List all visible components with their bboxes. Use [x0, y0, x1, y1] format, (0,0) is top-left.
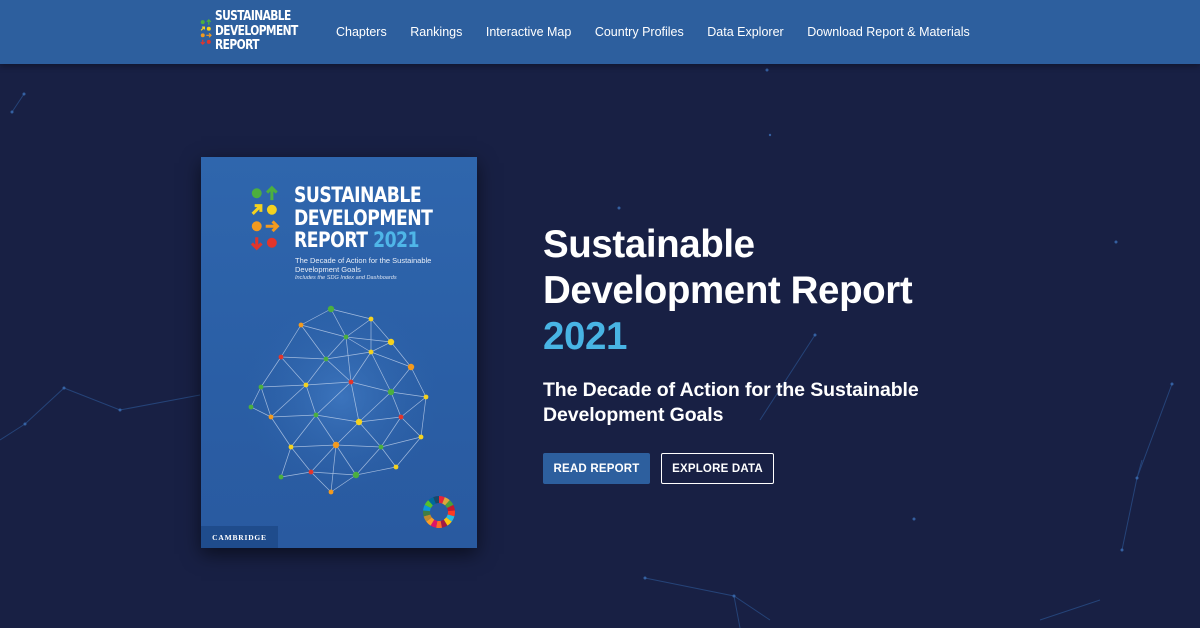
nav-interactive-map[interactable]: Interactive Map	[486, 25, 571, 39]
globe-node	[278, 474, 284, 480]
hero-title-year: 2021	[543, 315, 628, 358]
globe-node	[258, 384, 264, 390]
logo-line: SUSTAINABLE	[215, 9, 291, 25]
hero-section: Sustainable Development Report 2021 The …	[543, 222, 1163, 484]
globe-node	[368, 349, 374, 355]
nav-data-explorer[interactable]: Data Explorer	[707, 25, 783, 39]
read-report-button[interactable]: READ REPORT	[543, 453, 650, 484]
globe-node	[387, 338, 395, 346]
sdg-wheel-icon	[423, 496, 455, 528]
cover-title-line: SUSTAINABLE	[294, 183, 422, 207]
logo-wordmark: SUSTAINABLE DEVELOPMENT REPORT	[215, 10, 298, 54]
cover-note: Includes the SDG Index and Dashboards	[295, 275, 397, 281]
logo-line: DEVELOPMENT	[215, 23, 298, 39]
hero-title-line: Development Report	[543, 269, 913, 312]
report-cover-image[interactable]: SUSTAINABLE DEVELOPMENT REPORT 2021 The …	[201, 157, 477, 548]
globe-node	[343, 334, 349, 340]
globe-node	[313, 412, 319, 418]
hero-subtitle: The Decade of Action for the Sustainable…	[543, 379, 919, 426]
globe-node	[368, 316, 374, 322]
globe-node	[323, 356, 329, 362]
sdg-arrows-icon	[250, 185, 280, 251]
globe-node	[398, 414, 404, 420]
sdg-arrows-icon	[200, 19, 212, 45]
globe-node	[407, 363, 415, 371]
logo-line: REPORT	[215, 38, 260, 54]
hero-title: Sustainable Development Report 2021	[543, 222, 1163, 360]
hero-actions: READ REPORT EXPLORE DATA	[543, 453, 1163, 484]
globe-node	[303, 382, 309, 388]
globe-node	[248, 404, 254, 410]
top-navigation-bar: SUSTAINABLE DEVELOPMENT REPORT Chapters …	[0, 0, 1200, 64]
nav-rankings[interactable]: Rankings	[410, 25, 462, 39]
network-globe-illustration	[243, 299, 439, 495]
cover-title-year: 2021	[373, 228, 420, 252]
hero-title-line: Sustainable	[543, 223, 755, 266]
cover-subtitle: The Decade of Action for the Sustainable…	[295, 256, 432, 274]
globe-node	[268, 414, 274, 420]
cover-title-line: DEVELOPMENT	[294, 205, 433, 230]
globe-node	[423, 394, 429, 400]
cover-title-line: REPORT 2021	[294, 229, 432, 252]
globe-node	[418, 434, 424, 440]
globe-node	[387, 388, 395, 396]
globe-node	[328, 489, 334, 495]
publisher-badge: CAMBRIDGE	[201, 526, 278, 548]
globe-node	[352, 471, 360, 479]
globe-node	[348, 379, 354, 385]
globe-node	[355, 418, 363, 426]
explore-data-button[interactable]: EXPLORE DATA	[661, 453, 774, 484]
cover-title-word: REPORT	[294, 228, 368, 252]
nav-chapters[interactable]: Chapters	[336, 25, 387, 39]
globe-node	[278, 354, 284, 360]
globe-node	[288, 444, 294, 450]
main-nav: Chapters Rankings Interactive Map Countr…	[336, 0, 993, 64]
globe-node	[327, 305, 335, 313]
nav-download-report[interactable]: Download Report & Materials	[807, 25, 970, 39]
cover-title: SUSTAINABLE DEVELOPMENT REPORT 2021	[294, 183, 433, 252]
globe-node	[332, 441, 340, 449]
globe-node	[308, 469, 314, 475]
nav-country-profiles[interactable]: Country Profiles	[595, 25, 684, 39]
globe-node	[378, 444, 384, 450]
sdr-logo[interactable]: SUSTAINABLE DEVELOPMENT REPORT	[200, 7, 316, 57]
globe-node	[393, 464, 399, 470]
globe-node	[298, 322, 304, 328]
